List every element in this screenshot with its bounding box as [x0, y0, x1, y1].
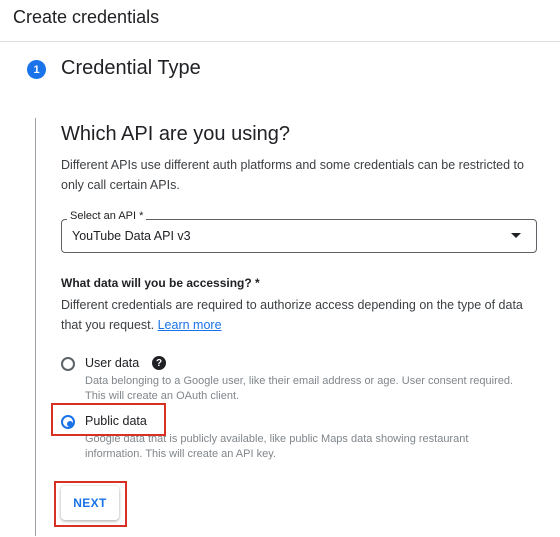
triangle-down-icon[interactable] [511, 233, 521, 238]
api-select-label: Select an API * [67, 210, 147, 222]
learn-more-link[interactable]: Learn more [158, 318, 222, 332]
step-number-badge: 1 [27, 60, 46, 79]
api-section-description: Different APIs use different auth platfo… [61, 158, 524, 192]
public-data-hint: Google data that is publicly available, … [85, 433, 469, 460]
api-section-title: Which API are you using? [61, 123, 291, 145]
user-data-radio[interactable] [61, 357, 75, 371]
step-title: Credential Type [61, 57, 201, 79]
user-data-label[interactable]: User data [85, 356, 139, 370]
api-select-value: YouTube Data API v3 [72, 229, 191, 243]
page-title: Create credentials [13, 7, 160, 27]
data-section-description: Different credentials are required to au… [61, 295, 541, 335]
user-data-hint: Data belonging to a Google user, like th… [85, 375, 514, 402]
help-circle-icon[interactable]: ? [152, 356, 166, 370]
data-description-text: Different credentials are required to au… [61, 298, 523, 332]
next-button-highlight-box [54, 481, 127, 527]
public-data-highlight-box [51, 403, 166, 436]
header-divider [0, 41, 560, 42]
data-question-label: What data will you be accessing? * [61, 276, 260, 290]
stepper-line [35, 118, 36, 536]
